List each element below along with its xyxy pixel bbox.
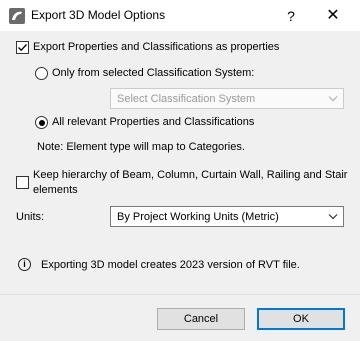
export-properties-checkbox[interactable] [16, 41, 29, 54]
radio-selected-dot [38, 119, 45, 126]
info-icon: i [18, 258, 31, 271]
window-title: Export 3D Model Options [31, 8, 166, 22]
checkmark-icon [18, 44, 27, 52]
keep-hierarchy-checkbox[interactable] [16, 176, 29, 189]
all-relevant-radio[interactable] [35, 116, 48, 129]
chevron-down-icon [328, 96, 338, 102]
help-button[interactable]: ? [274, 3, 308, 29]
title-bar: Export 3D Model Options ? ✕ [0, 0, 360, 31]
chevron-down-icon [328, 214, 338, 220]
category-note: Note: Element type will map to Categorie… [37, 141, 245, 153]
classification-system-value: Select Classification System [117, 93, 256, 105]
cancel-button[interactable]: Cancel [157, 308, 245, 330]
keep-hierarchy-label-line1: Keep hierarchy of Beam, Column, Curtain … [33, 169, 348, 181]
keep-hierarchy-label-line2: elements [33, 184, 78, 196]
only-selected-label: Only from selected Classification System… [52, 67, 255, 79]
classification-system-select[interactable]: Select Classification System [110, 88, 344, 109]
units-label: Units: [16, 211, 45, 223]
all-relevant-label: All relevant Properties and Classificati… [52, 116, 255, 128]
units-value: By Project Working Units (Metric) [117, 211, 279, 223]
only-selected-radio[interactable] [35, 67, 48, 80]
units-select[interactable]: By Project Working Units (Metric) [110, 206, 344, 227]
archicad-app-icon [9, 8, 25, 24]
export-properties-label: Export Properties and Classifications as… [33, 41, 280, 53]
ok-button[interactable]: OK [257, 308, 345, 330]
close-button[interactable]: ✕ [316, 3, 350, 29]
info-text: Exporting 3D model creates 2023 version … [41, 259, 300, 271]
